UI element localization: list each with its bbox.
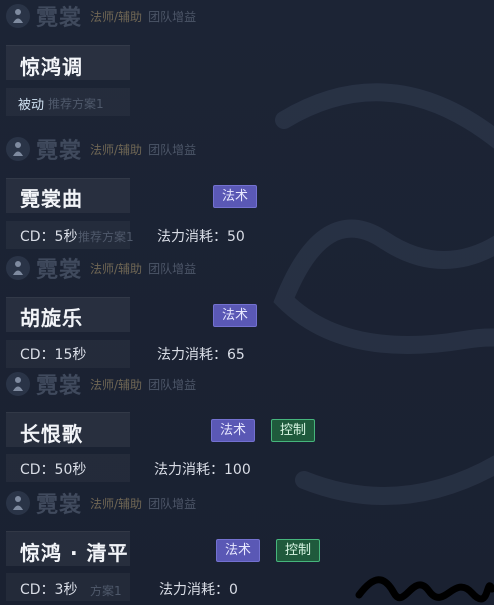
mana-cost-text: 法力消耗：100 xyxy=(154,462,251,478)
hero-header: 霓裳 法师/辅助 团队增益 xyxy=(6,368,196,400)
skill-card-3[interactable]: 霓裳 法师/辅助 团队增益 长恨歌 法术 控制 CD：50秒 法力消耗：100 xyxy=(0,368,494,488)
ghost-plan-text: 推荐方案1 xyxy=(48,97,104,111)
passive-label: 被动 xyxy=(18,98,45,113)
cooldown-text: CD：50秒 xyxy=(20,462,87,478)
hero-tags: 团队增益 xyxy=(148,496,197,511)
hero-portrait-icon xyxy=(6,256,30,280)
ghost-plan-text: 方案1 xyxy=(90,584,122,598)
hero-header: 霓裳 法师/辅助 团队增益 xyxy=(6,133,196,165)
mana-cost-text: 法力消耗：65 xyxy=(157,347,245,363)
hero-portrait-icon xyxy=(6,4,30,28)
cooldown-text: CD：15秒 xyxy=(20,347,87,363)
hero-header: 霓裳 法师/辅助 团队增益 xyxy=(6,0,196,32)
skill-card-1[interactable]: 霓裳 法师/辅助 团队增益 霓裳曲 法术 推荐方案1 CD：5秒 法力消耗：50 xyxy=(0,133,494,253)
skill-title: 长恨歌 xyxy=(20,422,83,446)
hero-role: 法师/辅助 xyxy=(90,142,143,157)
hero-header: 霓裳 法师/辅助 团队增益 xyxy=(6,252,196,284)
magic-tag: 法术 xyxy=(211,419,256,442)
hero-tags: 团队增益 xyxy=(148,261,197,276)
hero-name: 霓裳 xyxy=(36,138,83,164)
hero-tags: 团队增益 xyxy=(148,9,197,24)
control-tag: 控制 xyxy=(271,419,316,442)
skill-page: 霓裳 法师/辅助 团队增益 惊鸿调 推荐方案1 被动 霓裳 法师/辅助 团队增益… xyxy=(0,0,494,605)
magic-tag: 法术 xyxy=(213,304,258,327)
hero-header: 霓裳 法师/辅助 团队增益 xyxy=(6,487,196,519)
skill-card-passive[interactable]: 霓裳 法师/辅助 团队增益 惊鸿调 推荐方案1 被动 xyxy=(0,0,494,120)
hero-role: 法师/辅助 xyxy=(90,377,143,392)
skill-title: 霓裳曲 xyxy=(20,187,83,211)
skill-title: 惊鸿 · 清平 xyxy=(20,541,129,565)
hero-portrait-icon xyxy=(6,491,30,515)
cooldown-text: CD：5秒 xyxy=(20,229,78,245)
hero-name: 霓裳 xyxy=(36,257,83,283)
magic-tag: 法术 xyxy=(213,185,258,208)
hero-role: 法师/辅助 xyxy=(90,261,143,276)
hero-role: 法师/辅助 xyxy=(90,496,143,511)
mana-cost-text: 法力消耗：50 xyxy=(157,229,245,245)
mana-cost-text: 法力消耗：0 xyxy=(159,582,238,598)
magic-tag: 法术 xyxy=(216,539,261,562)
skill-card-2[interactable]: 霓裳 法师/辅助 团队增益 胡旋乐 法术 CD：15秒 法力消耗：65 xyxy=(0,252,494,372)
hero-name: 霓裳 xyxy=(36,373,83,399)
control-tag: 控制 xyxy=(276,539,321,562)
hero-portrait-icon xyxy=(6,137,30,161)
hero-portrait-icon xyxy=(6,372,30,396)
scribble-mark-icon xyxy=(355,576,494,603)
hero-name: 霓裳 xyxy=(36,492,83,518)
hero-tags: 团队增益 xyxy=(148,142,197,157)
skill-title: 惊鸿调 xyxy=(20,55,83,79)
ghost-plan-text: 推荐方案1 xyxy=(78,230,134,244)
hero-role: 法师/辅助 xyxy=(90,9,143,24)
hero-tags: 团队增益 xyxy=(148,377,197,392)
skill-title: 胡旋乐 xyxy=(20,306,83,330)
cooldown-text: CD：3秒 xyxy=(20,582,78,598)
hero-name: 霓裳 xyxy=(36,5,83,31)
